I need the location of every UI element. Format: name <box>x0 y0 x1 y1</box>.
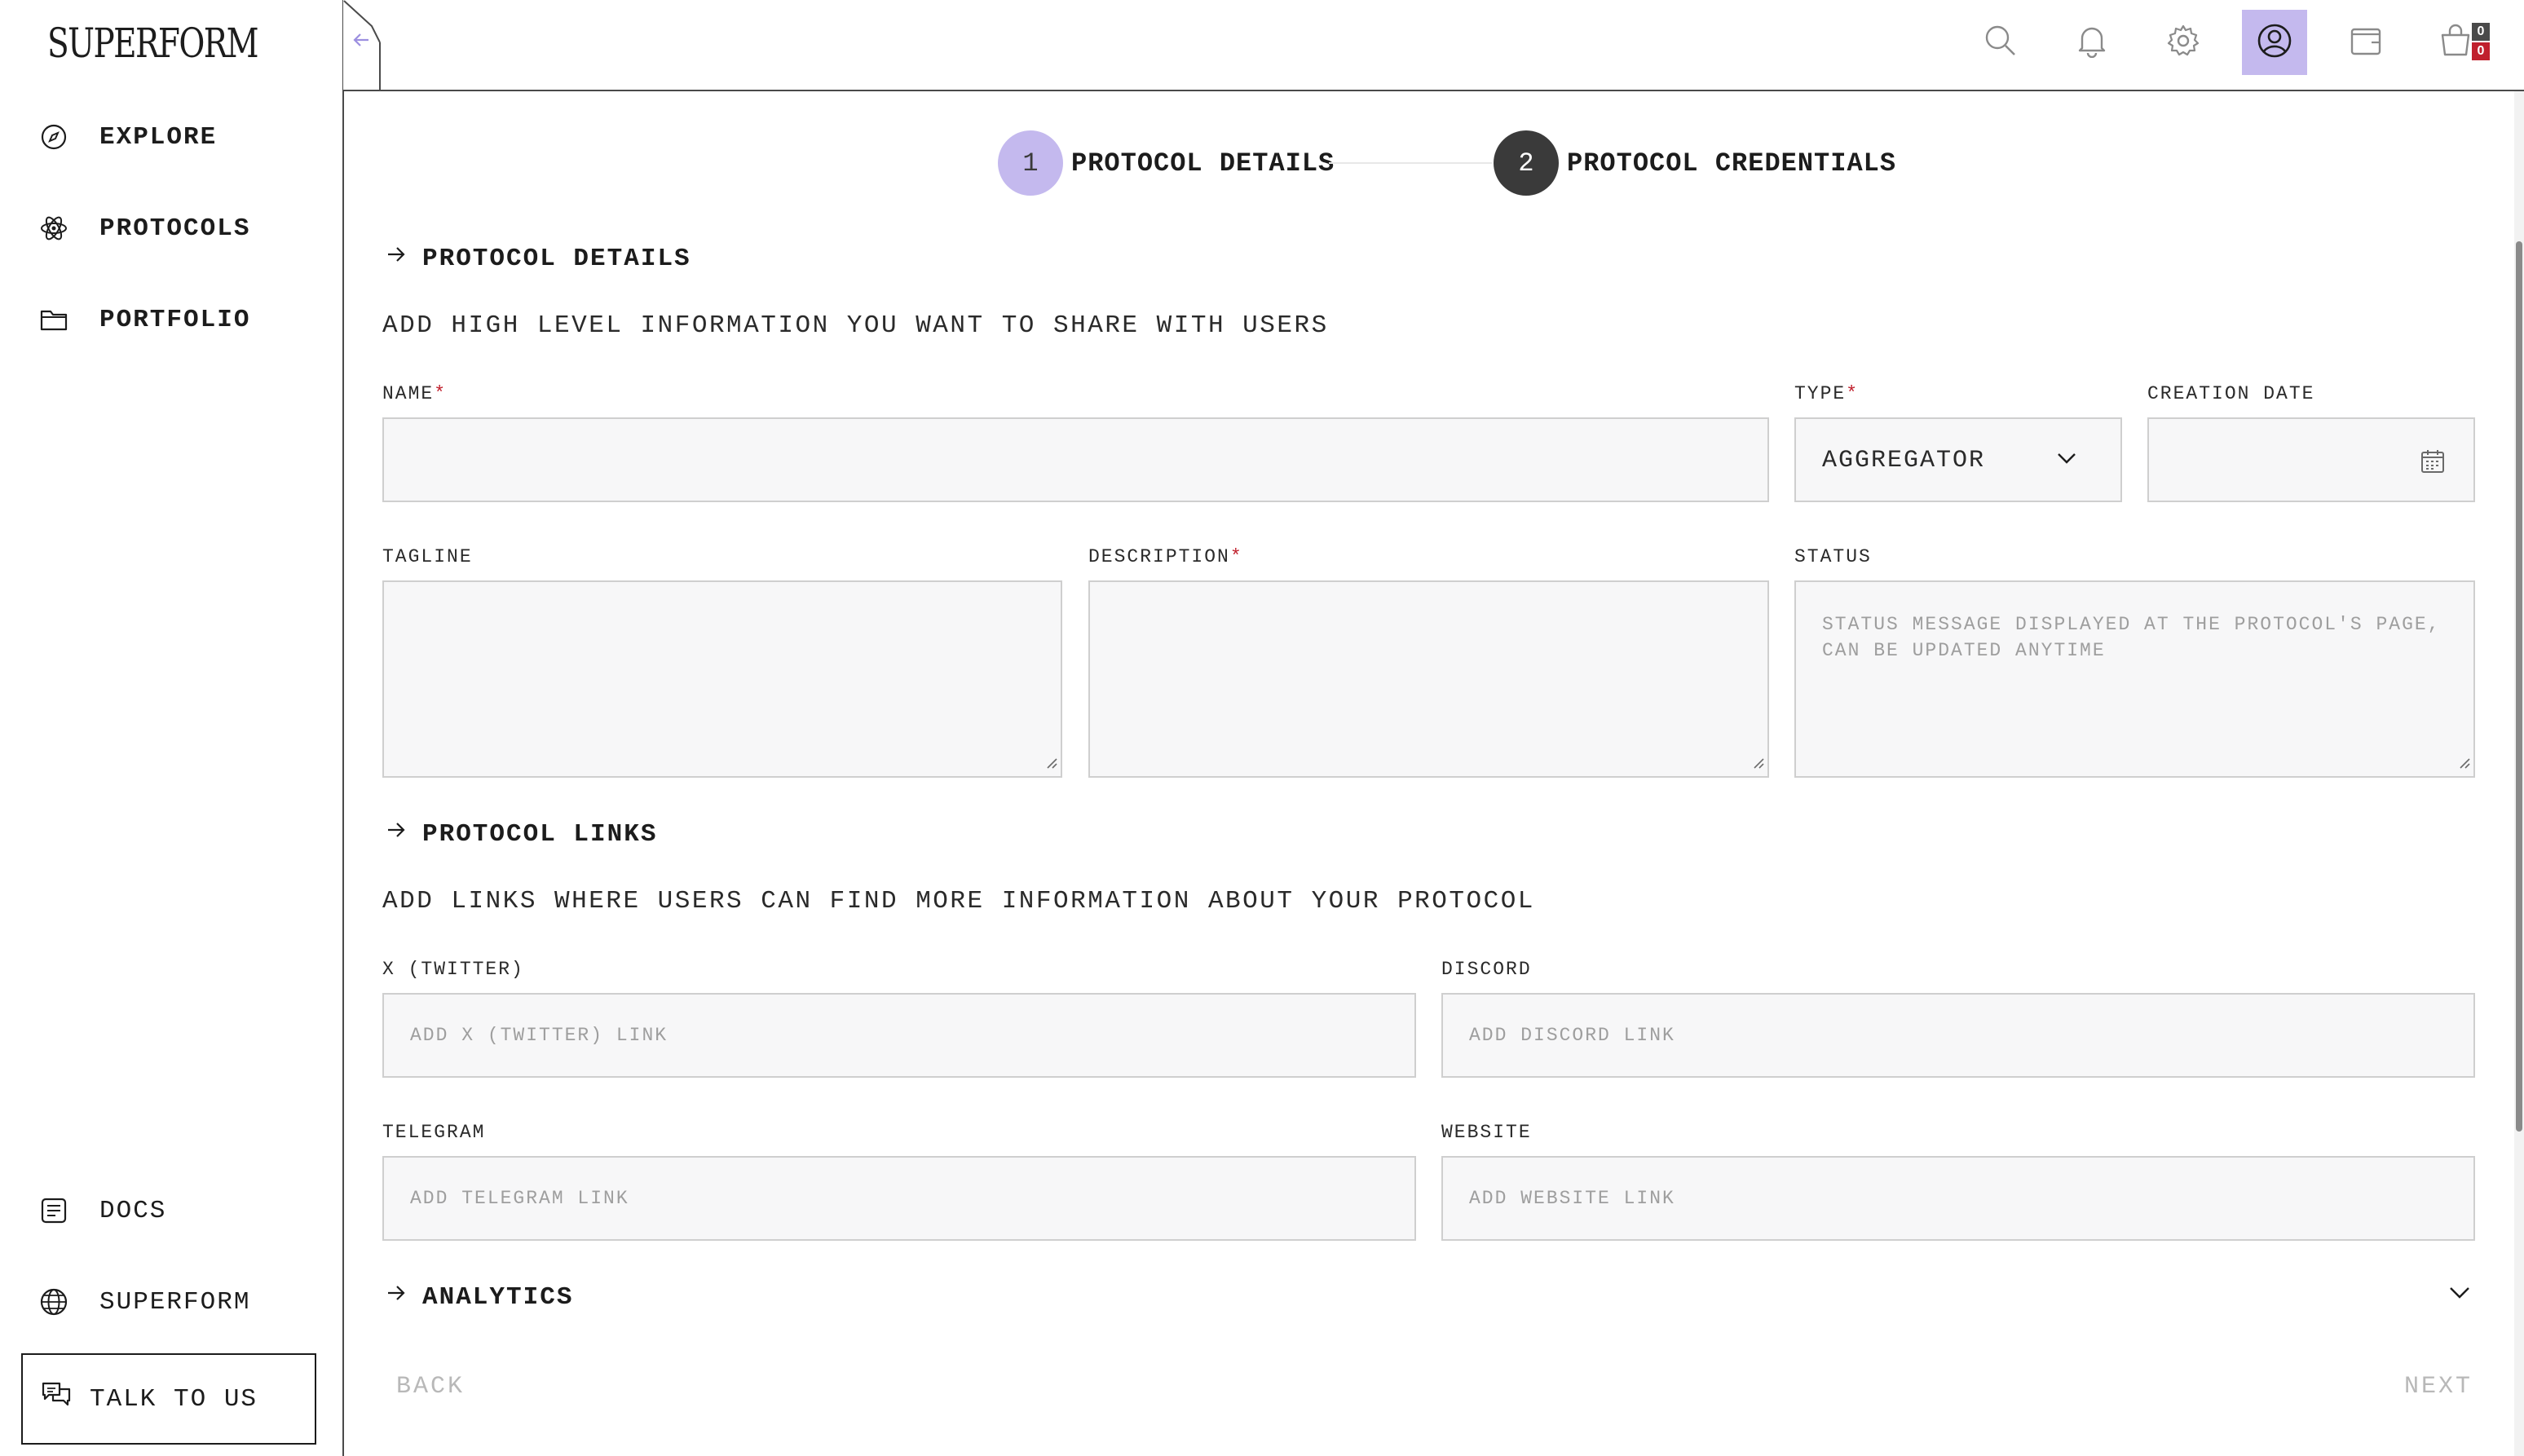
section-protocol-details: PROTOCOL DETAILS <box>385 243 691 274</box>
cart-badge-top: 0 <box>2472 23 2490 41</box>
telegram-label: TELEGRAM <box>382 1122 486 1143</box>
step-label: PROTOCOL CREDENTIALS <box>1567 148 1897 179</box>
creation-date-input[interactable] <box>2147 417 2475 502</box>
section-subtitle: ADD LINKS WHERE USERS CAN FIND MORE INFO… <box>382 887 1535 916</box>
telegram-placeholder: ADD TELEGRAM LINK <box>410 1188 629 1209</box>
cart-icon <box>2439 24 2475 62</box>
name-label: NAME* <box>382 383 448 404</box>
sidebar-item-label: PORTFOLIO <box>99 305 251 334</box>
cart-button[interactable]: 0 0 <box>2425 10 2490 75</box>
stepper-connector <box>1329 162 1492 164</box>
calendar-icon[interactable] <box>2420 448 2446 479</box>
arrow-right-icon <box>385 1282 408 1313</box>
step-protocol-credentials[interactable]: 2 PROTOCOL CREDENTIALS <box>1494 130 1896 196</box>
atom-icon <box>39 214 68 243</box>
globe-icon <box>39 1287 68 1317</box>
user-icon <box>2257 23 2292 63</box>
tagline-textarea[interactable] <box>382 580 1062 778</box>
sidebar-item-protocols[interactable]: PROTOCOLS <box>39 204 250 253</box>
step-protocol-details[interactable]: 1 PROTOCOL DETAILS <box>998 130 1335 196</box>
arrow-right-icon <box>385 818 408 849</box>
wallet-button[interactable] <box>2333 10 2398 75</box>
docs-icon <box>39 1196 68 1225</box>
step-number: 1 <box>998 130 1063 196</box>
resize-handle-icon[interactable] <box>1751 756 1764 773</box>
type-label: TYPE* <box>1794 383 1860 404</box>
sidebar-item-docs[interactable]: DOCS <box>39 1186 166 1235</box>
search-icon <box>1983 24 2018 62</box>
twitter-label: X (TWITTER) <box>382 959 524 980</box>
description-label: DESCRIPTION* <box>1088 546 1243 567</box>
collapse-sidebar-button[interactable] <box>342 0 382 91</box>
scrollbar-thumb[interactable] <box>2516 241 2522 1132</box>
telegram-input[interactable]: ADD TELEGRAM LINK <box>382 1156 1416 1241</box>
description-textarea[interactable] <box>1088 580 1769 778</box>
discord-label: DISCORD <box>1441 959 1532 980</box>
step-number: 2 <box>1494 130 1559 196</box>
status-placeholder-line1: STATUS MESSAGE DISPLAYED AT THE PROTOCOL… <box>1822 614 2441 635</box>
discord-placeholder: ADD DISCORD LINK <box>1469 1025 1675 1046</box>
talk-to-us-label: TALK TO US <box>90 1384 258 1414</box>
section-title: PROTOCOL DETAILS <box>422 244 691 273</box>
status-placeholder-line2: CAN BE UPDATED ANYTIME <box>1822 640 2106 661</box>
creation-date-label: CREATION DATE <box>2147 383 2315 404</box>
bell-icon <box>2076 24 2108 62</box>
type-select[interactable]: AGGREGATOR <box>1794 417 2122 502</box>
section-protocol-links: PROTOCOL LINKS <box>385 818 657 849</box>
back-button[interactable]: BACK <box>396 1373 465 1401</box>
sidebar: SUPERFORM EXPLORE PROTOCOLS PORTFOLIO DO… <box>0 0 342 1456</box>
status-textarea[interactable]: STATUS MESSAGE DISPLAYED AT THE PROTOCOL… <box>1794 580 2475 778</box>
chat-icon <box>41 1381 72 1417</box>
wallet-icon <box>2349 24 2383 61</box>
discord-input[interactable]: ADD DISCORD LINK <box>1441 993 2475 1078</box>
next-button[interactable]: NEXT <box>2404 1373 2473 1401</box>
section-subtitle: ADD HIGH LEVEL INFORMATION YOU WANT TO S… <box>382 311 1329 340</box>
sidebar-item-label: SUPERFORM <box>99 1287 251 1317</box>
twitter-input[interactable]: ADD X (TWITTER) LINK <box>382 993 1416 1078</box>
topbar-divider <box>342 90 2524 91</box>
resize-handle-icon[interactable] <box>2457 756 2470 773</box>
section-title: PROTOCOL LINKS <box>422 819 658 849</box>
profile-button[interactable] <box>2242 10 2307 75</box>
cart-badge-bottom: 0 <box>2472 42 2490 60</box>
tagline-label: TAGLINE <box>382 546 473 567</box>
arrow-right-icon <box>385 243 408 274</box>
step-label: PROTOCOL DETAILS <box>1071 148 1335 179</box>
gear-icon <box>2166 24 2200 62</box>
website-label: WEBSITE <box>1441 1122 1532 1143</box>
website-input[interactable]: ADD WEBSITE LINK <box>1441 1156 2475 1241</box>
superform-logo[interactable]: SUPERFORM <box>47 20 259 67</box>
sidebar-item-label: EXPLORE <box>99 122 218 152</box>
sidebar-item-superform[interactable]: SUPERFORM <box>39 1277 250 1326</box>
resize-handle-icon[interactable] <box>1044 756 1057 773</box>
status-label: STATUS <box>1794 546 1872 567</box>
section-analytics[interactable]: ANALYTICS <box>385 1282 573 1313</box>
main-border <box>342 90 344 1456</box>
sidebar-item-label: PROTOCOLS <box>99 214 251 243</box>
sidebar-item-explore[interactable]: EXPLORE <box>39 113 217 161</box>
talk-to-us-button[interactable]: TALK TO US <box>21 1353 316 1445</box>
folder-icon <box>39 305 68 334</box>
section-title: ANALYTICS <box>422 1282 574 1312</box>
notifications-button[interactable] <box>2059 10 2125 75</box>
search-button[interactable] <box>1968 10 2033 75</box>
twitter-placeholder: ADD X (TWITTER) LINK <box>410 1025 669 1046</box>
type-select-value: AGGREGATOR <box>1822 447 1986 474</box>
chevron-down-icon[interactable] <box>2447 1283 2472 1305</box>
website-placeholder: ADD WEBSITE LINK <box>1469 1188 1675 1209</box>
sidebar-item-label: DOCS <box>99 1196 167 1225</box>
compass-icon <box>39 122 68 152</box>
sidebar-item-portfolio[interactable]: PORTFOLIO <box>39 295 250 344</box>
name-input[interactable] <box>382 417 1769 502</box>
settings-button[interactable] <box>2151 10 2216 75</box>
chevron-down-icon <box>2055 450 2078 470</box>
